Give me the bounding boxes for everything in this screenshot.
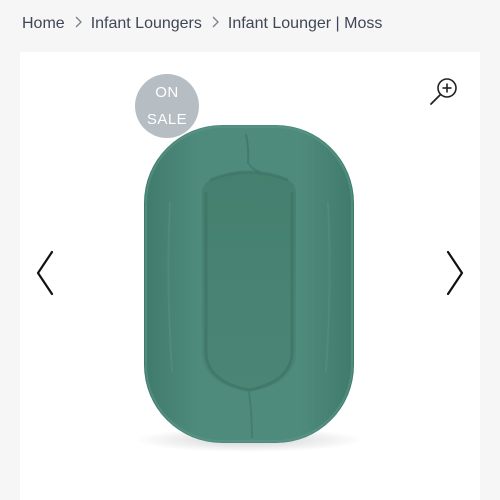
- product-image-infant-lounger-moss[interactable]: [20, 52, 480, 500]
- breadcrumb-infant-loungers-link[interactable]: Infant Loungers: [91, 15, 202, 33]
- product-image-gallery: ON SALE: [20, 52, 480, 500]
- chevron-right-icon: [69, 15, 87, 33]
- next-image-button[interactable]: [440, 248, 470, 298]
- chevron-right-icon: [206, 15, 224, 33]
- on-sale-badge: ON SALE: [135, 74, 199, 138]
- previous-image-button[interactable]: [30, 248, 60, 298]
- zoom-in-icon: [430, 78, 457, 105]
- sale-badge-line1: ON: [155, 84, 179, 101]
- breadcrumb-home-link[interactable]: Home: [22, 15, 65, 33]
- zoom-button[interactable]: [426, 74, 462, 110]
- chevron-right-icon: [446, 250, 464, 296]
- chevron-left-icon: [36, 250, 54, 296]
- breadcrumb: Home Infant Loungers Infant Lounger | Mo…: [22, 12, 382, 36]
- product-page: Home Infant Loungers Infant Lounger | Mo…: [0, 0, 500, 500]
- breadcrumb-current-page: Infant Lounger | Moss: [227, 15, 383, 32]
- sale-badge-line2: SALE: [146, 111, 188, 128]
